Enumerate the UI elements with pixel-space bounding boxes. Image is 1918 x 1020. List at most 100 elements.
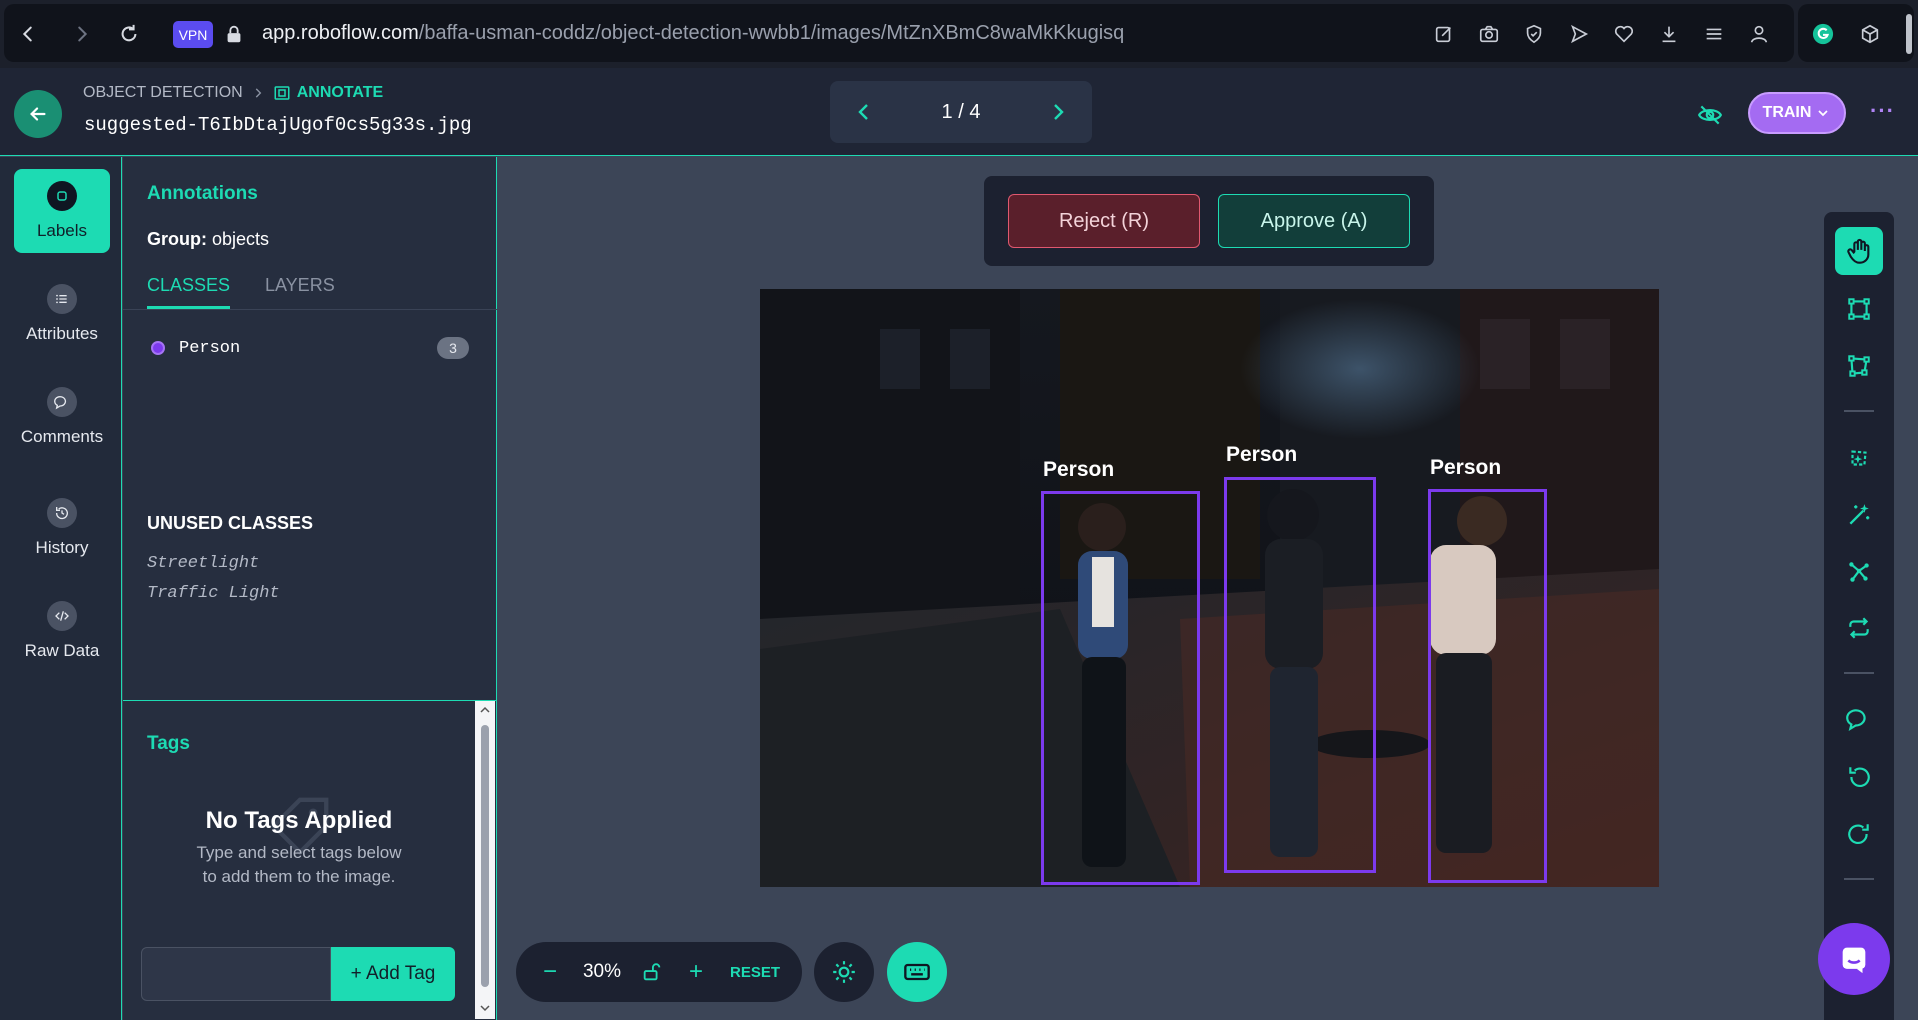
keyboard-shortcuts-button[interactable] [887,942,947,1002]
menu-lines-icon[interactable] [1702,22,1726,46]
sparkle-select-icon [1851,450,1867,466]
tags-title: Tags [147,733,190,754]
vpn-badge[interactable]: VPN [173,21,213,48]
address-bar[interactable]: app.roboflow.com/baffa-usman-coddz/objec… [262,22,1124,45]
zoom-controls: − 30% + RESET [516,942,802,1002]
tag-input[interactable] [141,947,331,1001]
tag-icon [47,181,77,211]
toolbar-divider [1844,410,1874,412]
app-header: OBJECT DETECTION ANNOTATE suggested-T6Ib… [0,68,1918,156]
eye-off-icon [1697,105,1723,125]
back-arrow-icon[interactable] [16,22,40,46]
sidebar-item-attributes[interactable]: Attributes [14,272,110,356]
comment-icon [1846,709,1866,732]
more-options-button[interactable]: ··· [1870,98,1895,124]
zoom-out-button[interactable]: − [532,942,568,1002]
tags-scrollbar[interactable] [475,701,495,1019]
toolbar-divider [1844,878,1874,880]
tools-toolbar [1824,212,1894,1020]
url-domain: app.roboflow.com [262,22,419,44]
arrow-left-icon [30,107,46,121]
bounding-box[interactable] [1428,489,1547,883]
chevron-down-icon [1818,110,1829,117]
browser-scroll-handle[interactable] [1906,14,1912,54]
undo-button[interactable] [1835,753,1883,801]
sidebar-item-labels[interactable]: Labels [14,169,110,253]
bounding-box[interactable] [1041,491,1200,885]
forward-arrow-icon[interactable] [70,22,94,46]
toolbar-divider [1844,672,1874,674]
class-row-person[interactable]: Person 3 [151,334,469,362]
zoom-in-button[interactable]: + [678,942,714,1002]
approve-button[interactable]: Approve (A) [1218,194,1410,248]
cube-icon[interactable] [1858,22,1882,46]
pan-tool[interactable] [1835,227,1883,275]
keypoint-tool[interactable] [1835,548,1883,596]
edit-page-icon[interactable] [1432,22,1456,46]
train-button[interactable]: TRAIN [1748,92,1846,134]
image-filename: suggested-T6IbDtajUgof0cs5g33s.jpg [84,114,472,136]
lock-icon[interactable] [222,22,246,46]
breadcrumb-project[interactable]: OBJECT DETECTION [83,84,243,102]
annotations-title: Annotations [147,183,258,204]
unused-class-item[interactable]: Traffic Light [147,584,280,603]
repeat-tool[interactable] [1835,604,1883,652]
polygon-tool[interactable] [1835,342,1883,390]
profile-icon[interactable] [1747,22,1771,46]
bounding-box-label: Person [1043,458,1115,481]
sun-icon [833,961,855,983]
train-label: TRAIN [1762,104,1812,121]
back-button[interactable] [14,90,62,138]
tab-layers[interactable]: LAYERS [265,275,335,296]
reset-zoom-button[interactable]: RESET [720,942,790,1002]
bounding-box[interactable] [1224,477,1376,873]
brightness-button[interactable] [814,942,874,1002]
chat-support-button[interactable] [1818,923,1890,995]
group-info: Group: objects [147,229,269,250]
class-count-badge: 3 [437,337,469,359]
smart-polygon-tool[interactable] [1835,434,1883,482]
shield-icon[interactable] [1522,22,1546,46]
magic-wand-tool[interactable] [1835,491,1883,539]
annotation-image[interactable]: Person Person Person [760,289,1659,887]
sidebar-item-label: Labels [36,221,88,240]
breadcrumb-current-label: ANNOTATE [296,84,384,101]
keypoints-icon [1849,562,1869,582]
sidebar-item-label: Raw Data [24,641,100,660]
chat-icon [1842,947,1866,974]
breadcrumb: OBJECT DETECTION ANNOTATE [83,84,383,102]
add-tag-button[interactable]: + Add Tag [331,947,455,1001]
group-label: Group: [147,229,207,249]
unused-class-item[interactable]: Streetlight [147,554,259,573]
reject-button[interactable]: Reject (R) [1008,194,1200,248]
hide-annotations-button[interactable] [1697,102,1723,128]
heart-icon[interactable] [1612,22,1636,46]
scroll-thumb[interactable] [481,725,489,987]
download-icon[interactable] [1657,22,1681,46]
next-image-button[interactable] [1046,100,1070,124]
magic-wand-icon [1849,504,1870,525]
reload-icon[interactable] [117,22,141,46]
camera-icon[interactable] [1477,22,1501,46]
sidebar-item-history[interactable]: History [14,486,110,570]
history-icon [47,498,77,528]
review-panel: Reject (R) Approve (A) [984,176,1434,266]
code-icon [47,601,77,631]
annotations-panel: Annotations Group: objects CLASSES LAYER… [123,157,497,700]
lock-zoom-button[interactable] [634,942,670,1002]
tab-classes[interactable]: CLASSES [147,275,231,309]
breadcrumb-current: ANNOTATE [273,84,384,102]
tab-divider [123,309,497,310]
unused-classes-title: UNUSED CLASSES [147,513,314,533]
sidebar-item-comments[interactable]: Comments [14,375,110,459]
send-icon[interactable] [1567,22,1591,46]
left-sidebar: Labels Attributes Comments History Raw D… [0,157,122,1020]
grammarly-icon[interactable] [1810,21,1836,47]
bounding-box-tool[interactable] [1835,285,1883,333]
sidebar-item-raw-data[interactable]: Raw Data [14,589,110,673]
redo-button[interactable] [1835,810,1883,858]
bounding-box-icon [1848,298,1870,320]
list-icon [47,284,77,314]
no-tags-title: No Tags Applied [205,807,393,834]
comment-tool[interactable] [1835,695,1883,743]
